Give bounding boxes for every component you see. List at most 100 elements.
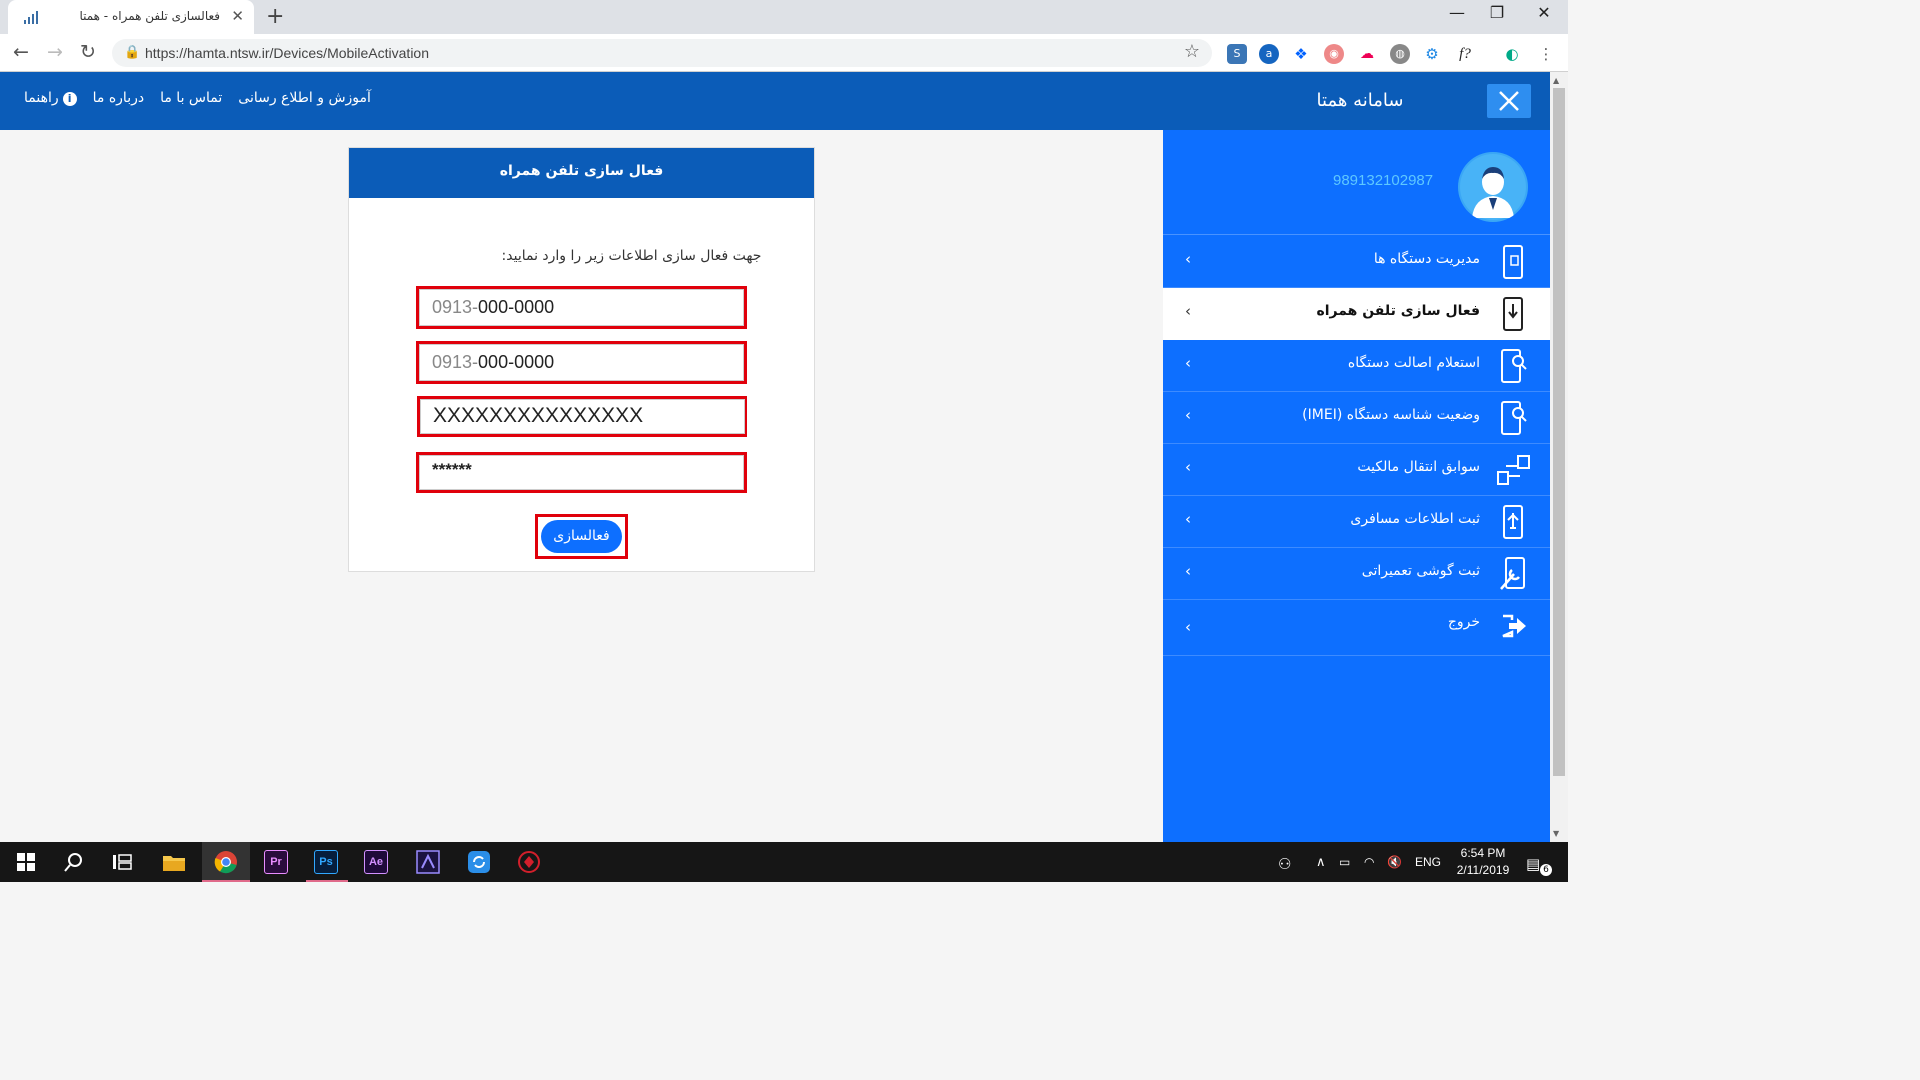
sidebar-item-imei-status[interactable]: ‹ وضعیت شناسه دستگاه (IMEI) <box>1163 392 1550 444</box>
extension-cloud-icon[interactable]: ☁ <box>1357 44 1377 64</box>
highlight-box: فعالسازی <box>535 514 628 559</box>
forward-arrow-icon[interactable]: → <box>47 41 63 63</box>
chevron-icon: ‹ <box>1185 562 1191 580</box>
premiere-icon[interactable]: Pr <box>264 850 288 874</box>
volume-muted-icon[interactable]: 🔇 <box>1387 855 1402 869</box>
dropbox-icon[interactable]: ❖ <box>1291 44 1311 64</box>
phone-search-icon <box>1501 349 1527 383</box>
omnibox[interactable]: 🔒 https://hamta.ntsw.ir/Devices/MobileAc… <box>112 39 1212 67</box>
chevron-icon: ‹ <box>1185 406 1191 424</box>
chevron-icon: ‹ <box>1185 354 1191 372</box>
scroll-down-icon[interactable]: ▼ <box>1553 829 1559 838</box>
phone-field-1[interactable]: 0913-000-0000 <box>419 289 744 326</box>
chevron-icon: ‹ <box>1185 510 1191 528</box>
bookmark-star-icon[interactable]: ☆ <box>1184 41 1200 62</box>
card-hint: جهت فعال سازی اطلاعات زیر را وارد نمایید… <box>501 248 762 264</box>
top-nav: iراهنما درباره ما تماس با ما آموزش و اطل… <box>24 90 371 106</box>
scrollbar-thumb[interactable] <box>1553 88 1565 776</box>
tab-close-icon[interactable]: ✕ <box>231 7 244 25</box>
avatar <box>1458 152 1528 222</box>
system-clock[interactable]: 6:54 PM 2/11/2019 <box>1448 845 1518 879</box>
file-explorer-icon[interactable] <box>160 848 188 876</box>
activate-button[interactable]: فعالسازی <box>541 520 622 553</box>
search-icon[interactable] <box>60 848 88 876</box>
url-text[interactable]: https://hamta.ntsw.ir/Devices/MobileActi… <box>145 45 429 61</box>
sidebar-item-repair-registration[interactable]: ‹ ثبت گوشی تعمیراتی <box>1163 548 1550 600</box>
sidebar-item-ownership-transfer[interactable]: ‹ سوابق انتقال مالکیت <box>1163 444 1550 496</box>
chevron-icon: ‹ <box>1185 250 1191 268</box>
site-favicon-icon <box>24 11 38 24</box>
task-view-icon[interactable] <box>108 848 136 876</box>
sidebar-item-label: وضعیت شناسه دستگاه (IMEI) <box>1302 407 1480 423</box>
sidebar-item-label: استعلام اصالت دستگاه <box>1347 355 1480 371</box>
sidebar-item-travel-registration[interactable]: ‹ ثبت اطلاعات مسافری <box>1163 496 1550 548</box>
media-encoder-icon[interactable] <box>414 848 442 876</box>
sidebar-close-button[interactable] <box>1487 84 1531 118</box>
phone-field-2[interactable]: 0913-000-0000 <box>419 344 744 381</box>
chevron-icon: ‹ <box>1185 458 1191 476</box>
window-close-icon[interactable]: ✕ <box>1524 3 1564 22</box>
nav-help[interactable]: iراهنما <box>24 90 77 106</box>
notifications-icon[interactable]: ▤ <box>1526 855 1540 873</box>
card-title: فعال سازی تلفن همراه <box>349 148 814 198</box>
restore-icon[interactable]: ❐ <box>1477 3 1517 22</box>
address-toolbar: ← → ↻ 🔒 https://hamta.ntsw.ir/Devices/Mo… <box>0 34 1568 72</box>
sidebar-item-logout[interactable]: ‹ خروج <box>1163 600 1550 656</box>
reload-icon[interactable]: ↻ <box>80 41 96 63</box>
password-field[interactable]: ****** <box>419 455 744 490</box>
sidebar-item-mobile-activation[interactable]: ‹ فعال سازی تلفن همراه <box>1163 288 1550 340</box>
phone-imei-icon <box>1501 401 1527 435</box>
scroll-up-icon[interactable]: ▲ <box>1553 76 1559 85</box>
phone-manage-icon <box>1503 245 1523 279</box>
highlight-box: XXXXXXXXXXXXXXX <box>417 396 747 437</box>
battery-icon[interactable]: ▭ <box>1339 855 1350 869</box>
highlight-box: 0913-000-0000 <box>416 286 747 329</box>
profile-section: 989132102987 <box>1163 130 1550 235</box>
sync-app-icon[interactable] <box>465 848 493 876</box>
browser-tab[interactable]: فعالسازی تلفن همراه - همتا ✕ <box>8 0 254 34</box>
extension-fx-icon[interactable]: f? <box>1455 44 1475 64</box>
user-avatar-icon <box>1460 154 1526 220</box>
extension-s-icon[interactable]: S <box>1227 44 1247 64</box>
sidebar-item-device-management[interactable]: ‹ مدیریت دستگاه ها <box>1163 236 1550 288</box>
browser-tab-bar: فعالسازی تلفن همراه - همتا ✕ + — ❐ ✕ <box>0 0 1568 34</box>
chrome-icon[interactable] <box>212 848 240 876</box>
transfer-icon <box>1497 455 1530 485</box>
phone-activate-icon <box>1503 297 1523 331</box>
photoshop-icon[interactable]: Ps <box>314 850 338 874</box>
sidebar-item-label: ثبت اطلاعات مسافری <box>1350 511 1480 527</box>
repair-icon <box>1500 557 1525 590</box>
people-icon[interactable]: ⚇ <box>1278 855 1291 873</box>
tab-title: فعالسازی تلفن همراه - همتا <box>79 9 220 23</box>
extension-camera-icon[interactable]: ◉ <box>1324 44 1344 64</box>
sidebar: 989132102987 ‹ مدیریت دستگاه ها ‹ فعال س… <box>1163 130 1550 842</box>
site-header: iراهنما درباره ما تماس با ما آموزش و اطل… <box>0 72 1550 130</box>
extension-globe-icon[interactable]: ◍ <box>1390 44 1410 64</box>
extension-a-icon[interactable]: a <box>1259 44 1279 64</box>
extension-profile-icon[interactable]: ◐ <box>1502 44 1522 64</box>
language-indicator[interactable]: ENG <box>1415 855 1441 869</box>
minimize-icon[interactable]: — <box>1437 3 1477 22</box>
activation-card: فعال سازی تلفن همراه جهت فعال سازی اطلاع… <box>348 147 815 572</box>
clock-time: 6:54 PM <box>1460 846 1506 860</box>
after-effects-icon[interactable]: Ae <box>364 850 388 874</box>
sidebar-item-label: مدیریت دستگاه ها <box>1373 251 1480 267</box>
windows-start-icon[interactable] <box>12 848 40 876</box>
nav-contact[interactable]: تماس با ما <box>160 90 222 106</box>
new-tab-icon[interactable]: + <box>266 4 284 29</box>
red-app-icon[interactable] <box>515 848 543 876</box>
logout-icon <box>1502 614 1526 638</box>
tray-chevron-icon[interactable]: ∧ <box>1316 855 1326 870</box>
chevron-icon: ‹ <box>1185 618 1191 636</box>
chrome-menu-icon[interactable]: ⋮ <box>1536 44 1556 64</box>
sidebar-item-device-authenticity[interactable]: ‹ استعلام اصالت دستگاه <box>1163 340 1550 392</box>
sidebar-item-label: خروج <box>1447 614 1480 630</box>
wifi-icon[interactable]: ◠ <box>1364 855 1374 869</box>
travel-icon <box>1503 505 1523 539</box>
nav-education[interactable]: آموزش و اطلاع رسانی <box>238 90 371 106</box>
imei-field[interactable]: XXXXXXXXXXXXXXX <box>420 399 745 434</box>
windows-taskbar: Pr Ps Ae ⚇ ∧ ▭ ◠ 🔇 ENG 6:54 PM 2/11/2019… <box>0 842 1568 882</box>
back-arrow-icon[interactable]: ← <box>13 41 29 63</box>
extension-gear-icon[interactable]: ⚙ <box>1422 44 1442 64</box>
nav-about[interactable]: درباره ما <box>93 90 144 106</box>
